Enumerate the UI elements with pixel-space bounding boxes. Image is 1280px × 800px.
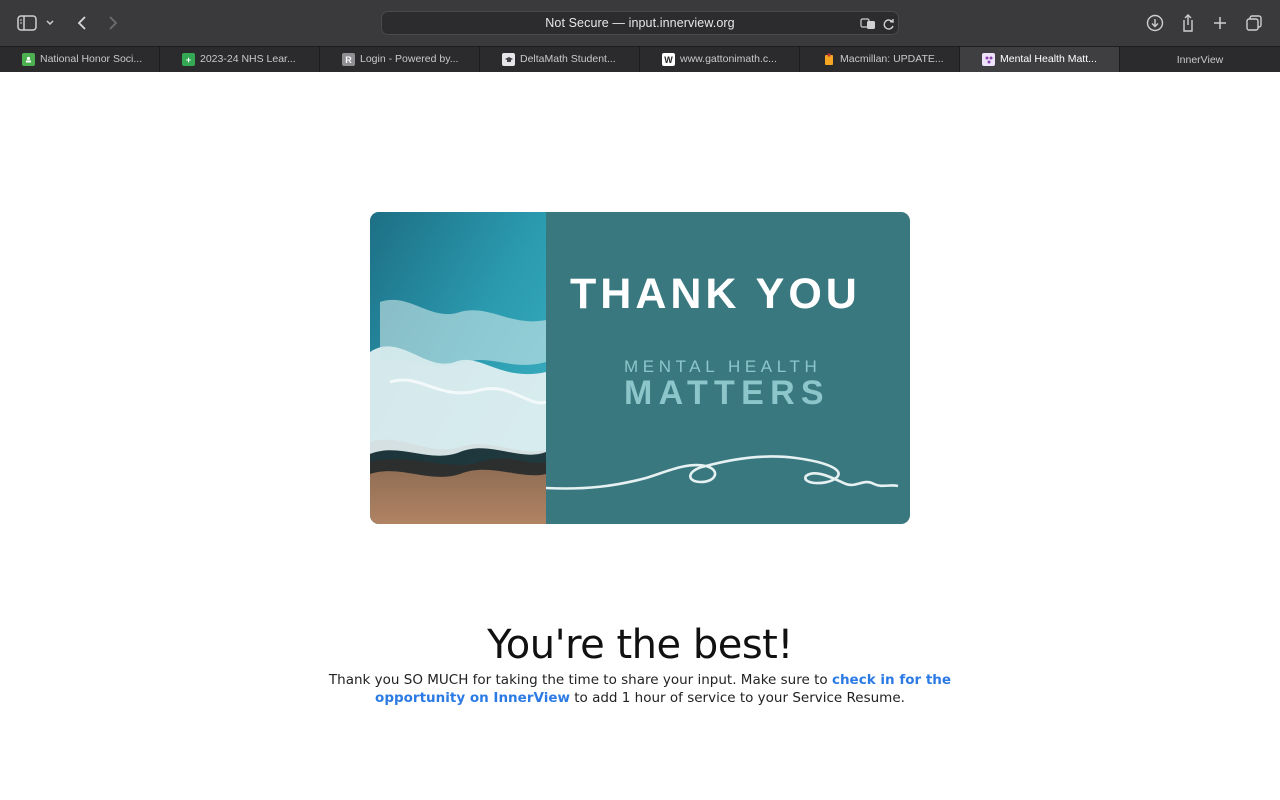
tab-innerview[interactable]: InnerView	[1120, 47, 1280, 72]
w-site-icon: W	[662, 53, 675, 66]
tab-nhs-learning[interactable]: + 2023-24 NHS Lear...	[160, 47, 320, 72]
page-headline: You're the best!	[487, 622, 793, 668]
macmillan-icon	[822, 53, 835, 66]
sidebar-menu-chevron-icon[interactable]	[40, 11, 60, 35]
tab-gattonimath[interactable]: W www.gattonimath.c...	[640, 47, 800, 72]
card-title: THANK YOU	[570, 270, 861, 318]
tab-deltamath[interactable]: DeltaMath Student...	[480, 47, 640, 72]
tab-mental-health-matters[interactable]: Mental Health Matt...	[960, 47, 1120, 72]
reload-icon[interactable]	[880, 16, 896, 32]
ocean-wave-photo	[370, 212, 546, 524]
tab-overview-icon[interactable]	[1242, 11, 1266, 35]
back-icon[interactable]	[70, 11, 94, 35]
card-subtitle-big: MATTERS	[624, 374, 830, 412]
graduation-cap-icon	[502, 53, 515, 66]
new-tab-icon[interactable]	[1208, 11, 1232, 35]
tab-macmillan[interactable]: Macmillan: UPDATE...	[800, 47, 960, 72]
downloads-icon[interactable]	[1143, 11, 1167, 35]
sheets-icon: +	[182, 53, 195, 66]
message-text-after: to add 1 hour of service to your Service…	[569, 690, 905, 706]
translate-icon[interactable]	[860, 16, 876, 32]
login-r-icon: R	[342, 53, 355, 66]
share-icon[interactable]	[1176, 11, 1200, 35]
tab-national-honor-society[interactable]: National Honor Soci...	[0, 47, 160, 72]
innerview-icon	[982, 53, 995, 66]
address-text: Not Secure — input.innerview.org	[545, 16, 735, 30]
thank-you-message: Thank you SO MUCH for taking the time to…	[300, 671, 980, 707]
forward-icon[interactable]	[101, 11, 125, 35]
classroom-icon	[22, 53, 35, 66]
browser-toolbar: Not Secure — input.innerview.org	[0, 0, 1280, 46]
sidebar-toggle-icon[interactable]	[15, 11, 39, 35]
address-bar[interactable]: Not Secure — input.innerview.org	[381, 11, 899, 35]
message-text-before: Thank you SO MUCH for taking the time to…	[328, 672, 832, 688]
tab-login[interactable]: R Login - Powered by...	[320, 47, 480, 72]
wave-line-decoration	[546, 455, 899, 490]
tab-bar: National Honor Soci... + 2023-24 NHS Lea…	[0, 46, 1280, 72]
